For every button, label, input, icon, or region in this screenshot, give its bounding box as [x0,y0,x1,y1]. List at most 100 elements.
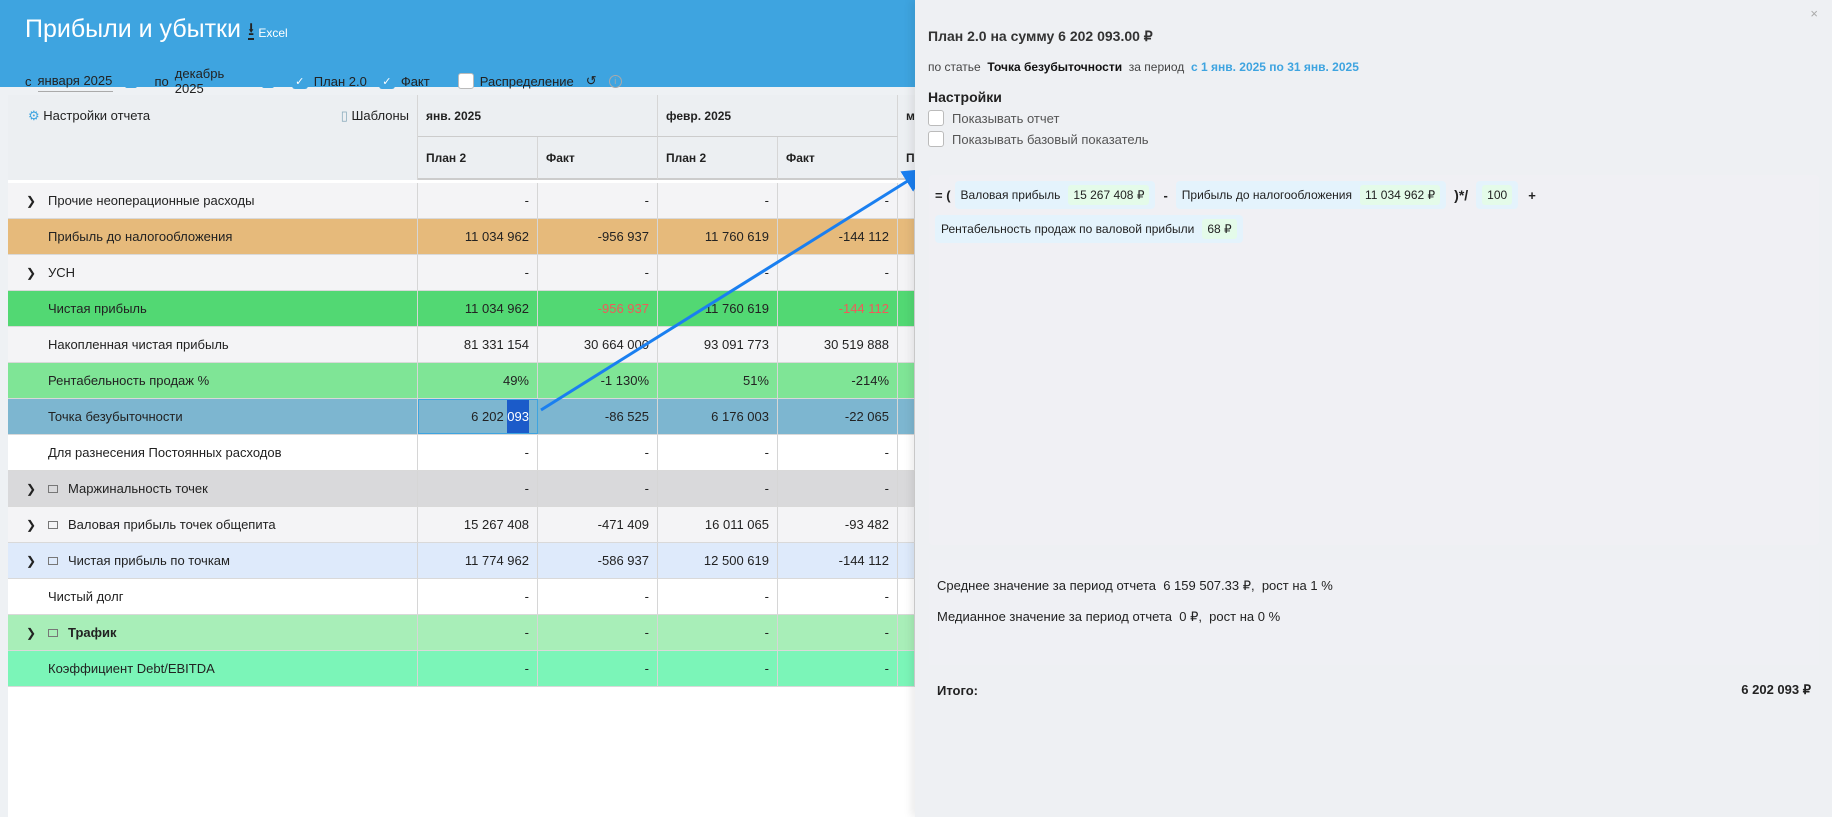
table-row[interactable]: Для разнесения Постоянных расходов - - - - [8,435,915,471]
chevron-right-icon[interactable]: ❯ [26,266,48,280]
excel-export-button[interactable]: ⭳ Excel [248,20,288,40]
value-cell[interactable]: 16 011 065 [658,507,778,542]
value-cell[interactable]: - [538,471,658,506]
value-cell[interactable]: - [658,183,778,218]
value-cell[interactable]: 11 774 962 [418,543,538,578]
info-icon[interactable]: i [608,74,622,88]
value-cell[interactable]: 12 500 619 [658,543,778,578]
value-cell[interactable] [898,291,915,326]
value-cell[interactable] [898,219,915,254]
table-row[interactable]: Коэффициент Debt/EBITDA - - - - [8,651,915,687]
table-row[interactable]: Чистый долг - - - - [8,579,915,615]
value-cell[interactable] [898,579,915,614]
chevron-right-icon[interactable]: ❯ [26,482,48,496]
reset-icon[interactable]: ↺ [586,73,597,89]
value-cell[interactable]: - [778,651,898,686]
value-cell[interactable]: -1 130% [538,363,658,398]
value-cell[interactable]: -93 482 [778,507,898,542]
value-cell[interactable]: - [778,471,898,506]
chevron-right-icon[interactable]: ❯ [26,554,48,568]
value-cell[interactable]: -956 937 [538,291,658,326]
value-cell[interactable]: - [418,615,538,650]
value-cell[interactable]: -144 112 [778,543,898,578]
value-cell[interactable]: - [538,255,658,290]
value-cell[interactable]: -22 065 [778,399,898,434]
value-cell[interactable] [898,651,915,686]
plan-checkbox[interactable]: ✓ [291,73,308,89]
value-cell[interactable]: 93 091 773 [658,327,778,362]
value-cell[interactable]: -214% [778,363,898,398]
date-to-input[interactable]: декабрь 2025 [174,63,250,100]
value-cell[interactable]: 6 202 093 [418,399,538,434]
value-cell[interactable] [898,327,915,362]
value-cell[interactable]: 6 176 003 [658,399,778,434]
value-cell[interactable]: - [538,579,658,614]
table-row[interactable]: ❯ УСН - - - - [8,255,915,291]
value-cell[interactable]: -956 937 [538,219,658,254]
value-cell[interactable]: - [538,183,658,218]
value-cell[interactable]: 11 760 619 [658,219,778,254]
value-cell[interactable]: - [778,615,898,650]
table-row[interactable]: Накопленная чистая прибыль 81 331 154 30 6… [8,327,915,363]
value-cell[interactable]: - [778,579,898,614]
calendar-icon[interactable] [261,74,274,88]
value-cell[interactable] [898,435,915,470]
formula-operand[interactable]: Прибыль до налогообложения 11 034 962 ₽ [1175,181,1447,209]
value-cell[interactable]: 81 331 154 [418,327,538,362]
value-cell[interactable] [898,507,915,542]
value-cell[interactable]: 51% [658,363,778,398]
distribution-checkbox[interactable] [457,73,474,89]
formula-operand[interactable]: Рентабельность продаж по валовой прибыли… [935,215,1243,243]
date-from-input[interactable]: января 2025 [37,70,113,92]
formula-constant[interactable]: 100 [1476,181,1519,209]
value-cell[interactable] [898,183,915,218]
period-link[interactable]: с 1 янв. 2025 по 31 янв. 2025 [1191,60,1359,74]
value-cell[interactable]: -86 525 [538,399,658,434]
value-cell[interactable]: 11 034 962 [418,291,538,326]
value-cell[interactable]: - [778,435,898,470]
value-cell[interactable]: - [418,183,538,218]
value-cell[interactable]: - [418,471,538,506]
show-base-checkbox[interactable] [928,131,944,147]
fact-checkbox[interactable]: ✓ [378,73,395,89]
value-cell[interactable]: 15 267 408 [418,507,538,542]
table-row[interactable]: Чистая прибыль 11 034 962 -956 937 11 760 6… [8,291,915,327]
show-report-option[interactable]: Показывать отчет [928,110,1059,126]
value-cell[interactable]: - [658,615,778,650]
value-cell[interactable]: 30 519 888 [778,327,898,362]
value-cell[interactable]: - [658,651,778,686]
value-cell[interactable]: 30 664 000 [538,327,658,362]
formula-operand[interactable]: Валовая прибыль 15 267 408 ₽ [954,181,1156,209]
show-report-checkbox[interactable] [928,110,944,126]
value-cell[interactable]: - [778,255,898,290]
show-base-option[interactable]: Показывать базовый показатель [928,131,1149,147]
templates-button[interactable]: ▯ Шаблоны [341,108,409,124]
value-cell[interactable]: -144 112 [778,291,898,326]
value-cell[interactable]: - [418,579,538,614]
table-row[interactable]: ❯ Трафик - - - - [8,615,915,651]
value-cell[interactable]: -471 409 [538,507,658,542]
close-icon[interactable]: × [1810,6,1818,21]
chevron-right-icon[interactable]: ❯ [26,518,48,532]
chevron-right-icon[interactable]: ❯ [26,626,48,640]
value-cell[interactable] [898,471,915,506]
value-cell[interactable]: 11 760 619 [658,291,778,326]
table-row[interactable]: Прибыль до налогообложения 11 034 962 -956… [8,219,915,255]
value-cell[interactable] [898,399,915,434]
value-cell[interactable]: - [538,435,658,470]
table-row[interactable]: ❯ Маржинальность точек - - - - [8,471,915,507]
chevron-right-icon[interactable]: ❯ [26,194,48,208]
table-row[interactable]: Точка безубыточности 6 202 093 -86 525 6 17… [8,399,915,435]
value-cell[interactable]: - [418,435,538,470]
report-settings-button[interactable]: ⚙ Настройки отчета [28,108,150,124]
value-cell[interactable] [898,615,915,650]
value-cell[interactable]: - [658,435,778,470]
table-row[interactable]: ❯ Валовая прибыль точек общепита 15 267 40… [8,507,915,543]
value-cell[interactable]: - [658,255,778,290]
value-cell[interactable]: 49% [418,363,538,398]
value-cell[interactable]: - [418,255,538,290]
table-row[interactable]: Рентабельность продаж % 49% -1 130% 51% -214… [8,363,915,399]
value-cell[interactable]: - [658,579,778,614]
table-row[interactable]: ❯ Прочие неоперационные расходы - - - - [8,183,915,219]
value-cell[interactable]: - [658,471,778,506]
